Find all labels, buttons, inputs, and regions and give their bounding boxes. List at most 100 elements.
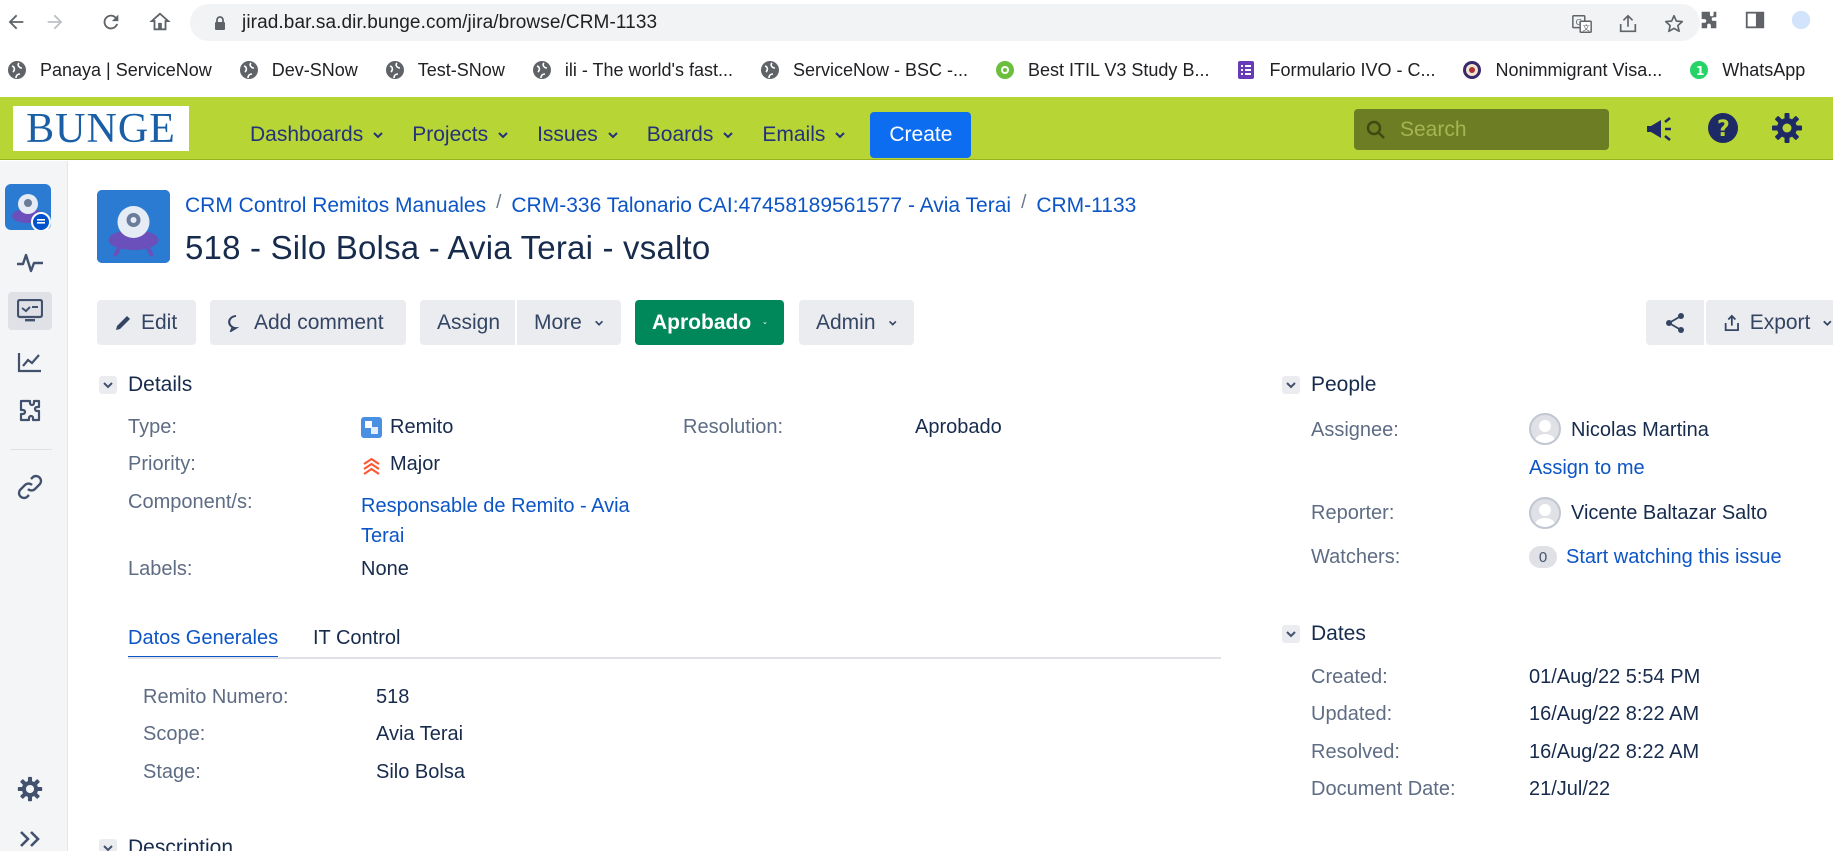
- resolution-value: Aprobado: [915, 416, 1002, 438]
- bookmark-test-snow[interactable]: Test-SNow: [384, 59, 505, 81]
- chevron-down-icon: [888, 320, 896, 326]
- bookmark-ili[interactable]: ili - The world's fast...: [531, 59, 733, 81]
- export-button[interactable]: Export: [1706, 300, 1833, 345]
- globe-icon: [238, 59, 260, 81]
- created-value: 01/Aug/22 5:54 PM: [1529, 666, 1701, 688]
- globe-icon: [759, 59, 781, 81]
- expand-sidebar-icon[interactable]: [8, 820, 52, 851]
- activity-icon[interactable]: [8, 244, 52, 282]
- url-text[interactable]: jirad.bar.sa.dir.bunge.com/jira/browse/C…: [242, 12, 657, 34]
- labels-value[interactable]: None: [361, 558, 409, 581]
- settings-gear-icon[interactable]: [1770, 111, 1804, 145]
- issues-screen-icon[interactable]: [8, 292, 52, 330]
- reload-icon[interactable]: [99, 10, 123, 34]
- translate-icon[interactable]: G文: [1570, 12, 1594, 36]
- add-comment-button[interactable]: Add comment: [210, 300, 406, 345]
- bookmark-formulario[interactable]: Formulario IVO - C...: [1235, 59, 1435, 81]
- nav-boards[interactable]: Boards: [647, 123, 735, 147]
- document-date-value: 21/Jul/22: [1529, 778, 1611, 800]
- chevron-down-icon[interactable]: [1282, 625, 1300, 643]
- breadcrumb-project[interactable]: CRM Control Remitos Manuales: [185, 194, 486, 218]
- type-value: Remito: [361, 416, 453, 439]
- nav-projects[interactable]: Projects: [412, 123, 509, 147]
- nav-issues[interactable]: Issues: [537, 123, 619, 147]
- status-label: Aprobado: [652, 310, 752, 334]
- bookmark-panaya[interactable]: Panaya | ServiceNow: [6, 59, 212, 81]
- admin-button[interactable]: Admin: [799, 300, 914, 345]
- stage-value: Silo Bolsa: [376, 761, 465, 783]
- more-button[interactable]: More: [517, 300, 621, 345]
- bookmark-whatsapp[interactable]: 1 WhatsApp: [1688, 59, 1805, 81]
- assign-button[interactable]: Assign: [420, 300, 515, 345]
- watchers-count-badge: 0: [1529, 546, 1557, 568]
- add-ons-puzzle-icon[interactable]: [8, 392, 52, 430]
- back-icon[interactable]: [4, 10, 28, 34]
- export-label: Export: [1749, 310, 1811, 334]
- assignee-value[interactable]: Nicolas Martina: [1571, 419, 1709, 442]
- dates-module-header[interactable]: Dates: [1282, 622, 1366, 646]
- breadcrumb-parent-issue[interactable]: CRM-336 Talonario CAI:47458189561577 - A…: [511, 194, 1011, 218]
- assign-to-me-link[interactable]: Assign to me: [1529, 457, 1645, 480]
- browser-toolbar: jirad.bar.sa.dir.bunge.com/jira/browse/C…: [0, 0, 1833, 44]
- lock-icon[interactable]: [212, 15, 228, 31]
- admin-label: Admin: [816, 310, 876, 334]
- nav-label: Issues: [537, 123, 598, 146]
- tab-it-control[interactable]: IT Control: [313, 627, 400, 650]
- export-upload-icon: [1724, 314, 1739, 331]
- component-link[interactable]: Responsable de Remito - Avia Terai: [361, 491, 630, 551]
- components-label: Component/s:: [128, 491, 253, 513]
- created-label: Created:: [1311, 666, 1388, 688]
- edit-button[interactable]: Edit: [97, 300, 196, 345]
- bookmark-label: ServiceNow - BSC -...: [792, 59, 969, 80]
- stage-label: Stage:: [143, 761, 201, 783]
- start-watching-link[interactable]: Start watching this issue: [1566, 546, 1782, 569]
- chevron-down-icon: [835, 132, 846, 139]
- project-avatar[interactable]: [97, 190, 170, 263]
- project-settings-icon[interactable]: [8, 770, 52, 808]
- details-heading: Details: [128, 373, 193, 396]
- extensions-icon[interactable]: [1697, 8, 1721, 32]
- side-panel-icon[interactable]: [1743, 8, 1767, 32]
- description-module-header[interactable]: Description: [99, 836, 233, 851]
- bunge-logo[interactable]: BUNGE: [13, 106, 189, 151]
- remito-numero-value: 518: [376, 686, 410, 708]
- globe-icon: [384, 59, 406, 81]
- profile-icon[interactable]: [1789, 8, 1813, 32]
- link-icon[interactable]: [8, 468, 52, 506]
- bookmark-star-icon[interactable]: [1662, 12, 1686, 36]
- tab-datos-generales[interactable]: Datos Generales: [128, 627, 279, 659]
- bookmark-servicenow-bsc[interactable]: ServiceNow - BSC -...: [759, 59, 968, 81]
- project-avatar-icon[interactable]: [4, 183, 52, 231]
- issue-summary[interactable]: 518 - Silo Bolsa - Avia Terai - vsalto: [185, 229, 710, 267]
- status-transition-button[interactable]: Aprobado: [635, 300, 784, 345]
- chevron-down-icon[interactable]: [99, 376, 117, 394]
- help-icon[interactable]: ?: [1706, 111, 1740, 145]
- comment-label: Add comment: [254, 310, 384, 334]
- reporter-avatar: [1529, 497, 1561, 529]
- people-heading: People: [1311, 373, 1377, 396]
- bookmark-visa[interactable]: Nonimmigrant Visa...: [1461, 59, 1662, 81]
- share-button[interactable]: [1646, 300, 1704, 345]
- chevron-down-icon[interactable]: [99, 839, 117, 851]
- more-label: More: [534, 310, 582, 334]
- details-module-header[interactable]: Details: [99, 373, 192, 397]
- bookmark-dev-snow[interactable]: Dev-SNow: [238, 59, 358, 81]
- megaphone-icon[interactable]: [1642, 111, 1676, 145]
- project-sidebar: [0, 161, 68, 851]
- dates-heading: Dates: [1311, 622, 1366, 645]
- home-icon[interactable]: [148, 10, 172, 34]
- bookmark-itil[interactable]: Best ITIL V3 Study B...: [994, 59, 1209, 81]
- reporter-value[interactable]: Vicente Baltazar Salto: [1571, 502, 1767, 525]
- reports-chart-icon[interactable]: [8, 343, 52, 381]
- share-icon[interactable]: [1616, 12, 1640, 36]
- address-bar[interactable]: jirad.bar.sa.dir.bunge.com/jira/browse/C…: [190, 4, 1700, 41]
- people-module-header[interactable]: People: [1282, 373, 1376, 397]
- create-button[interactable]: Create: [870, 112, 972, 158]
- bookmark-label: Dev-SNow: [271, 59, 358, 80]
- breadcrumb-issue-key[interactable]: CRM-1133: [1036, 194, 1136, 218]
- forward-icon[interactable]: [43, 10, 67, 34]
- nav-emails[interactable]: Emails: [762, 123, 846, 147]
- chevron-down-icon[interactable]: [1282, 376, 1300, 394]
- nav-dashboards[interactable]: Dashboards: [250, 123, 384, 147]
- search-input[interactable]: Search: [1354, 109, 1609, 150]
